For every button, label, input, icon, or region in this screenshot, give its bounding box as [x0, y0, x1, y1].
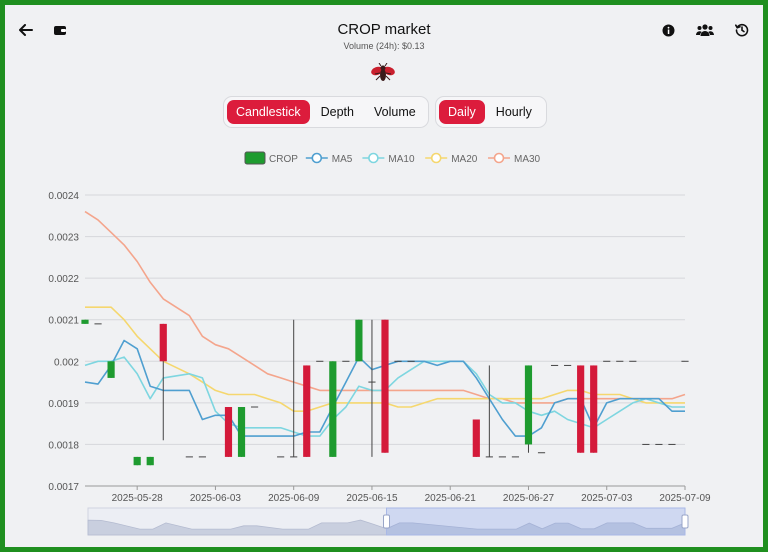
- app-window: CROP market Volume (24h): $0.13 Candlest…: [5, 5, 763, 547]
- candle-body: [107, 361, 115, 378]
- candle-body: [577, 365, 585, 453]
- y-tick-label: 0.0021: [48, 316, 79, 327]
- x-tick-label: 2025-07-03: [581, 493, 633, 504]
- candle-body: [329, 361, 337, 457]
- candle: [524, 365, 533, 453]
- candle-body: [81, 319, 89, 324]
- candle: [368, 319, 376, 457]
- zoom-handle-right[interactable]: [681, 514, 689, 529]
- candle-body: [146, 456, 154, 466]
- candle: [329, 361, 337, 457]
- y-tick-label: 0.0018: [48, 440, 79, 451]
- legend-label: CROP: [269, 154, 298, 165]
- x-tick-label: 2025-05-28: [112, 493, 164, 504]
- candle: [355, 319, 363, 362]
- y-tick-label: 0.002: [54, 357, 79, 368]
- candle: [224, 407, 233, 457]
- candle: [107, 361, 115, 378]
- candle-body: [133, 456, 141, 466]
- legend-item-ma10[interactable]: MA10: [362, 152, 415, 166]
- candle: [303, 365, 311, 457]
- y-tick-label: 0.0019: [48, 399, 79, 410]
- legend-label: MA30: [514, 154, 541, 165]
- x-tick-label: 2025-06-03: [190, 493, 242, 504]
- candle-body: [381, 319, 389, 453]
- legend-marker: [493, 152, 505, 164]
- y-tick-label: 0.0022: [48, 274, 79, 285]
- x-tick-label: 2025-06-15: [346, 493, 398, 504]
- candle: [381, 319, 389, 453]
- y-tick-label: 0.0023: [48, 233, 79, 244]
- candle-body: [237, 407, 246, 457]
- candle-body: [224, 407, 233, 457]
- candle-body: [355, 319, 363, 362]
- y-tick-label: 0.0017: [48, 482, 79, 493]
- zoom-window[interactable]: [386, 507, 686, 536]
- legend-label: MA20: [451, 154, 478, 165]
- candle-body: [524, 365, 533, 445]
- candle: [146, 456, 154, 466]
- candle: [133, 456, 141, 466]
- legend-item-ma30[interactable]: MA30: [488, 152, 541, 166]
- candle: [237, 407, 246, 457]
- candle: [81, 319, 89, 324]
- candlestick-chart: 0.0017 0.0018 0.0019 0.002 0.0021 0.0022 0.002…: [48, 151, 711, 536]
- legend-marker: [311, 152, 323, 164]
- x-tick-label: 2025-06-21: [425, 493, 477, 504]
- candle-body: [159, 323, 167, 362]
- legend-label: MA10: [388, 154, 415, 165]
- x-tick-label: 2025-07-09: [659, 493, 711, 504]
- legend-item-ma20[interactable]: MA20: [425, 152, 478, 166]
- candle-body: [303, 365, 311, 457]
- legend-item-crop[interactable]: CROP: [244, 151, 298, 165]
- candle-body: [472, 419, 480, 457]
- legend-marker: [430, 152, 442, 164]
- legend-marker: [368, 152, 379, 164]
- candle: [590, 365, 598, 453]
- legend-swatch-crop: [244, 151, 266, 165]
- x-tick-label: 2025-06-27: [503, 493, 555, 504]
- candle: [472, 419, 480, 457]
- zoom-handle-left[interactable]: [383, 514, 390, 529]
- candle: [485, 365, 493, 458]
- x-tick-label: 2025-06-09: [268, 493, 320, 504]
- y-tick-label: 0.0024: [48, 191, 79, 202]
- candle-body: [590, 365, 598, 453]
- candle: [577, 365, 585, 453]
- legend-item-ma5[interactable]: MA5: [305, 152, 353, 166]
- legend-label: MA5: [332, 154, 353, 165]
